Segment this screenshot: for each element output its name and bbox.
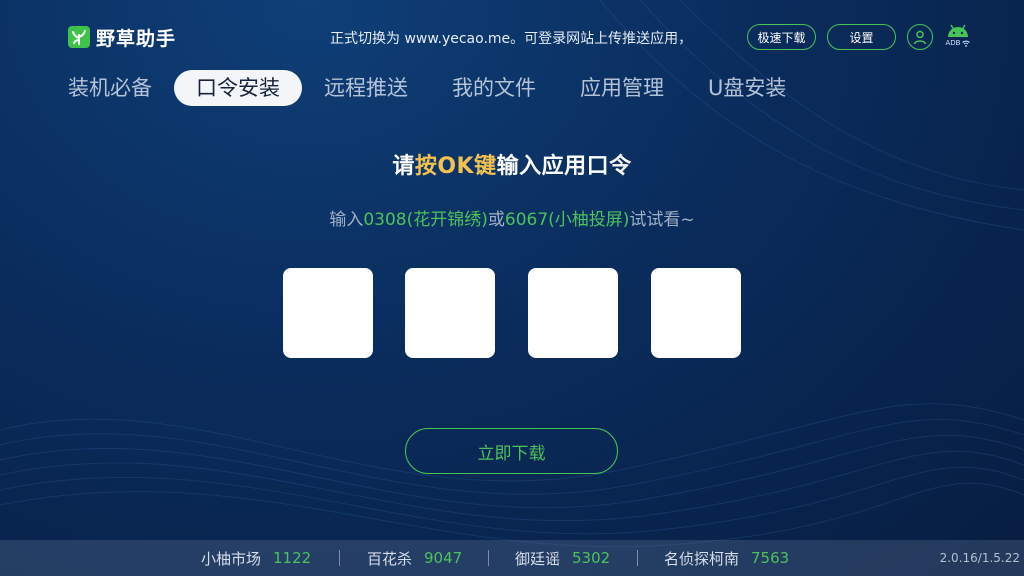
hint-post: 试试看~	[629, 210, 695, 230]
download-now-button[interactable]: 立即下载	[405, 428, 618, 474]
settings-button[interactable]: 设置	[827, 24, 896, 50]
hint-pre: 输入	[329, 210, 364, 230]
code-hint: 输入0308(花开锦绣)或6067(小柚投屏)试试看~	[0, 205, 1024, 230]
hint-code-2: 6067(小柚投屏)	[504, 210, 630, 230]
stat-item[interactable]: 百花杀 9047	[367, 548, 462, 569]
tab-usb-install[interactable]: U盘安装	[708, 70, 786, 106]
fast-download-button[interactable]: 极速下载	[747, 24, 816, 50]
version-label: 2.0.16/1.5.22	[939, 551, 1020, 565]
stat-code: 7563	[751, 549, 790, 567]
grass-logo-icon	[68, 26, 90, 48]
tab-code-install[interactable]: 口令安装	[174, 70, 302, 106]
adb-label: ADB	[945, 39, 961, 47]
stat-label: 御廷谣	[515, 549, 561, 568]
footer-stats-bar: 小柚市场 1122 百花杀 9047 御廷谣 5302 名侦探柯南 7563 2…	[0, 540, 1024, 576]
tab-remote-push[interactable]: 远程推送	[324, 70, 408, 106]
code-digit-box-1[interactable]	[283, 268, 373, 358]
adb-status[interactable]: ADB	[942, 22, 974, 52]
divider	[637, 550, 638, 566]
code-digit-box-4[interactable]	[651, 268, 741, 358]
wifi-icon	[962, 40, 971, 47]
divider	[339, 550, 340, 566]
page-heading: 请按OK键输入应用口令	[0, 148, 1024, 180]
stat-item[interactable]: 小柚市场 1122	[201, 548, 311, 569]
stat-label: 百花杀	[367, 549, 413, 568]
tab-essentials[interactable]: 装机必备	[68, 70, 152, 106]
tab-app-management[interactable]: 应用管理	[580, 70, 664, 106]
tab-my-files[interactable]: 我的文件	[452, 70, 536, 106]
heading-accent: 按OK键	[414, 154, 497, 179]
divider	[488, 550, 489, 566]
android-icon	[948, 24, 968, 37]
stat-label: 名侦探柯南	[664, 549, 740, 568]
code-digit-box-2[interactable]	[405, 268, 495, 358]
stat-label: 小柚市场	[201, 549, 262, 568]
stat-code: 1122	[273, 549, 312, 567]
stat-item[interactable]: 御廷谣 5302	[515, 548, 610, 569]
stat-item[interactable]: 名侦探柯南 7563	[664, 548, 789, 569]
app-name: 野草助手	[96, 27, 177, 50]
hint-mid: 或	[487, 210, 505, 230]
user-account-icon[interactable]	[907, 24, 933, 50]
announcement-marquee: 正式切换为 www.yecao.me。可登录网站上传推送应用，	[330, 31, 693, 47]
stat-code: 9047	[424, 549, 463, 567]
stat-code: 5302	[572, 549, 611, 567]
hint-code-1: 0308(花开锦绣)	[363, 210, 488, 230]
heading-post: 输入应用口令	[496, 154, 632, 179]
heading-pre: 请	[392, 154, 415, 179]
main-tabs: 装机必备 口令安装 远程推送 我的文件 应用管理 U盘安装	[68, 70, 830, 106]
code-digit-box-3[interactable]	[528, 268, 618, 358]
app-logo: 野草助手	[68, 24, 176, 50]
